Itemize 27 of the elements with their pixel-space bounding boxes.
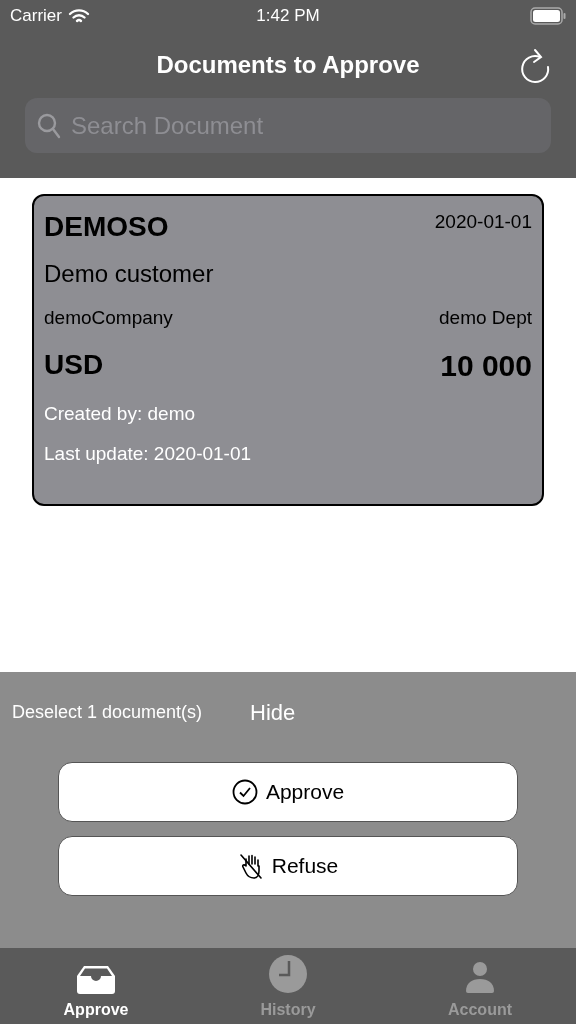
hide-button[interactable]: Hide	[250, 695, 296, 729]
battery-icon	[530, 7, 566, 25]
wifi-icon	[67, 8, 90, 24]
document-amount: 10 000	[440, 347, 532, 384]
approve-button[interactable]: Approve	[58, 762, 518, 822]
document-card[interactable]: DEMOSO 2020-01-01 Demo customer demoCompany demo Dept USD 10 000 Created by: demo Last update: 2020-01-01	[32, 194, 544, 506]
created-by-text: Created by: demo	[44, 401, 197, 426]
document-code: DEMOSO	[44, 210, 169, 244]
check-circle-icon	[231, 779, 258, 805]
customer-name: Demo customer	[44, 259, 215, 289]
deselect-button[interactable]: Deselect 1 document(s)	[12, 698, 203, 726]
clock-time: 1:42 PM	[256, 5, 320, 28]
person-icon	[465, 960, 495, 994]
carrier-label: Carrier	[10, 5, 62, 28]
search-icon	[37, 113, 61, 139]
refresh-button[interactable]	[518, 48, 552, 84]
currency-code: USD	[44, 348, 104, 382]
tab-bar-item[interactable]: Approve	[0, 948, 192, 1024]
company-name: demoCompany	[44, 306, 173, 330]
last-update-text: Last update: 2020-01-01	[44, 442, 253, 466]
clock-icon	[268, 954, 308, 994]
crossed-hand-icon	[237, 852, 264, 880]
screen-title: Documents to Approve	[156, 50, 420, 80]
department-name: demo Dept	[439, 306, 532, 330]
refuse-button[interactable]: Refuse	[58, 836, 518, 896]
document-date: 2020-01-01	[434, 210, 532, 234]
inbox-tray-icon	[76, 964, 116, 994]
